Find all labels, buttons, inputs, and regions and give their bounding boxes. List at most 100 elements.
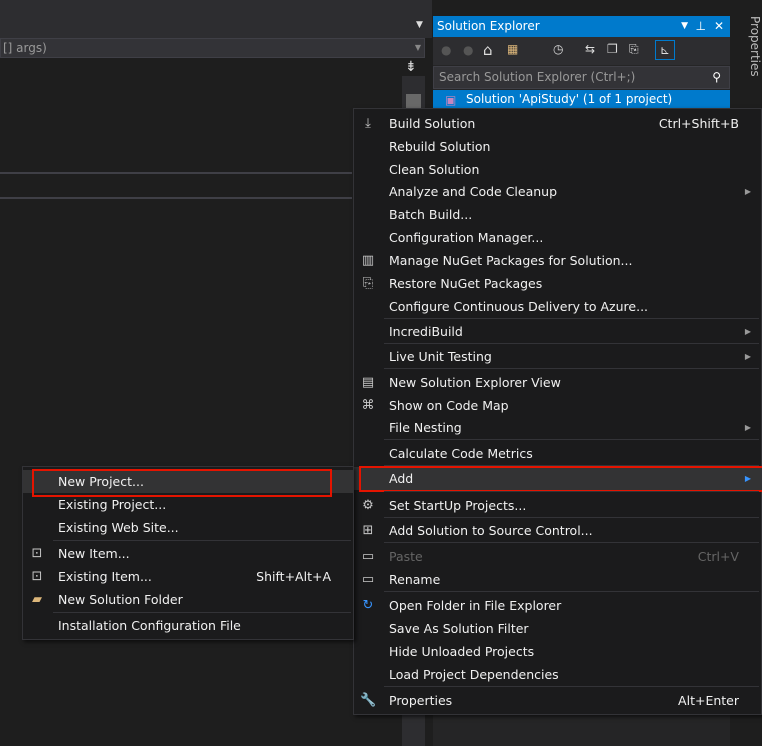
back-icon[interactable]: ●	[441, 43, 451, 57]
menu-item-label: Configuration Manager...	[389, 230, 544, 245]
menu-item-hide-unloaded-projects[interactable]: Hide Unloaded Projects	[354, 640, 761, 663]
menu-item-live-unit-testing[interactable]: Live Unit Testing ▶	[354, 345, 761, 368]
switch-views-icon[interactable]: ▦	[507, 42, 518, 56]
existing-item-icon: ⊡	[31, 569, 43, 584]
solution-explorer-title: Solution Explorer ▼ ⊥ ✕	[433, 16, 730, 37]
add-submenu: New Project... Existing Project... Existin…	[22, 466, 354, 640]
menu-item-load-project-dependencies[interactable]: Load Project Dependencies	[354, 663, 761, 686]
shortcut-label: Alt+Enter	[678, 693, 739, 708]
properties-tab[interactable]: Properties	[735, 16, 762, 77]
new-folder-icon: ▰	[32, 592, 42, 607]
menu-item-configuration-manager[interactable]: Configuration Manager...	[354, 226, 761, 249]
menu-item-file-nesting[interactable]: File Nesting ▶	[354, 416, 761, 439]
new-item-icon: ⊡	[31, 546, 43, 561]
menu-item-existing-project[interactable]: Existing Project...	[23, 493, 353, 516]
menu-item-label: Save As Solution Filter	[389, 621, 529, 636]
menu-item-label: File Nesting	[389, 420, 462, 435]
menu-separator	[53, 540, 351, 541]
menu-item-installation-configuration-file[interactable]: Installation Configuration File	[23, 614, 353, 637]
menu-item-set-startup-projects[interactable]: ⚙ Set StartUp Projects...	[354, 494, 761, 517]
menu-item-existing-item[interactable]: ⊡ Existing Item... Shift+Alt+A	[23, 565, 353, 588]
home-icon[interactable]: ⌂	[483, 41, 493, 59]
menu-item-add-solution-to-source-control[interactable]: ⊞ Add Solution to Source Control...	[354, 519, 761, 542]
menu-separator	[384, 542, 759, 543]
menu-item-label: Show on Code Map	[389, 398, 509, 413]
menu-separator	[384, 591, 759, 592]
menu-item-clean-solution[interactable]: Clean Solution	[354, 158, 761, 181]
close-icon[interactable]: ✕	[714, 16, 724, 37]
menu-item-label: Add Solution to Source Control...	[389, 523, 593, 538]
menu-item-batch-build[interactable]: Batch Build...	[354, 203, 761, 226]
menu-item-rename[interactable]: ▭ Rename	[354, 568, 761, 591]
menu-item-label: Configure Continuous Delivery to Azure..…	[389, 299, 649, 314]
solution-node[interactable]: ▣ Solution 'ApiStudy' (1 of 1 project)	[433, 90, 730, 108]
menu-item-manage-nuget-packages-for-solution[interactable]: ▥ Manage NuGet Packages for Solution...	[354, 249, 761, 272]
menu-item-properties[interactable]: 🔧 Properties Alt+Enter	[354, 689, 761, 712]
source-control-icon: ⊞	[362, 523, 374, 538]
search-placeholder: Search Solution Explorer (Ctrl+;)	[439, 70, 636, 84]
show-all-files-icon[interactable]: ⎘	[629, 42, 639, 57]
pin-icon[interactable]: ⊥	[696, 16, 706, 37]
member-dropdown[interactable]: [] args) ▼	[0, 38, 425, 58]
tab-dropdown-icon[interactable]: ▼	[416, 20, 423, 30]
dropdown-icon[interactable]: ▼	[681, 16, 688, 37]
menu-separator	[53, 612, 351, 613]
menu-separator	[384, 491, 759, 492]
restore-icon: ⎘	[362, 276, 374, 291]
menu-separator	[384, 439, 759, 440]
menu-item-label: Clean Solution	[389, 162, 480, 177]
paste-icon: ▭	[361, 549, 375, 564]
menu-item-label: Open Folder in File Explorer	[389, 598, 562, 613]
menu-item-analyze-and-code-cleanup[interactable]: Analyze and Code Cleanup ▶	[354, 180, 761, 203]
menu-item-label: Rebuild Solution	[389, 139, 491, 154]
menu-item-incredibuild[interactable]: IncrediBuild ▶	[354, 320, 761, 343]
menu-item-new-solution-folder[interactable]: ▰ New Solution Folder	[23, 588, 353, 611]
menu-item-save-as-solution-filter[interactable]: Save As Solution Filter	[354, 617, 761, 640]
menu-item-calculate-code-metrics[interactable]: Calculate Code Metrics	[354, 442, 761, 465]
menu-item-existing-web-site[interactable]: Existing Web Site...	[23, 516, 353, 539]
menu-item-configure-continuous-delivery-to-azure[interactable]: Configure Continuous Delivery to Azure..…	[354, 295, 761, 318]
collapse-all-icon[interactable]: ❐	[607, 42, 618, 56]
menu-item-label: Existing Web Site...	[58, 520, 179, 535]
menu-item-label: Batch Build...	[389, 207, 473, 222]
menu-item-rebuild-solution[interactable]: Rebuild Solution	[354, 135, 761, 158]
divider	[0, 197, 352, 199]
menu-item-label: Restore NuGet Packages	[389, 276, 543, 291]
shortcut-label: Ctrl+V	[697, 549, 739, 564]
menu-item-label: IncrediBuild	[389, 324, 463, 339]
menu-item-paste[interactable]: ▭ Paste Ctrl+V	[354, 545, 761, 568]
sync-icon[interactable]: ⇆	[585, 42, 595, 56]
solution-icon: ▣	[445, 93, 457, 107]
shortcut-label: Ctrl+Shift+B	[658, 116, 739, 131]
open-folder-icon: ↻	[362, 598, 374, 613]
divider	[0, 172, 352, 174]
preview-icon[interactable]: ⊾	[655, 40, 675, 60]
menu-separator	[384, 517, 759, 518]
submenu-arrow-icon: ▶	[744, 327, 751, 336]
menu-item-label: Live Unit Testing	[389, 349, 492, 364]
menu-item-restore-nuget-packages[interactable]: ⎘ Restore NuGet Packages	[354, 272, 761, 295]
menu-separator	[384, 465, 759, 466]
menu-item-label: New Solution Explorer View	[389, 375, 561, 390]
split-icon[interactable]: ⇟	[405, 59, 417, 75]
shortcut-label: Shift+Alt+A	[256, 569, 331, 584]
menu-item-label: Load Project Dependencies	[389, 667, 559, 682]
menu-separator	[384, 318, 759, 319]
menu-item-new-item[interactable]: ⊡ New Item...	[23, 542, 353, 565]
menu-item-label: Calculate Code Metrics	[389, 446, 533, 461]
nuget-icon: ▥	[361, 253, 375, 268]
menu-item-label: New Solution Folder	[58, 592, 183, 607]
search-icon[interactable]: ⚲	[712, 67, 721, 88]
gear-icon: ⚙	[362, 498, 374, 513]
menu-item-build-solution[interactable]: ⤓ Build Solution Ctrl+Shift+B	[354, 112, 761, 135]
solution-explorer-search[interactable]: Search Solution Explorer (Ctrl+;) ⚲	[433, 66, 730, 89]
menu-item-show-on-code-map[interactable]: ⌘ Show on Code Map	[354, 394, 761, 417]
menu-item-open-folder-in-file-explorer[interactable]: ↻ Open Folder in File Explorer	[354, 594, 761, 617]
menu-item-label: Rename	[389, 572, 441, 587]
menu-item-new-solution-explorer-view[interactable]: ▤ New Solution Explorer View	[354, 371, 761, 394]
wrench-icon: 🔧	[360, 693, 377, 708]
submenu-arrow-icon: ▶	[744, 187, 751, 196]
pending-changes-icon[interactable]: ◷	[553, 42, 563, 56]
submenu-arrow-icon: ▶	[744, 352, 751, 361]
forward-icon[interactable]: ●	[463, 43, 473, 57]
